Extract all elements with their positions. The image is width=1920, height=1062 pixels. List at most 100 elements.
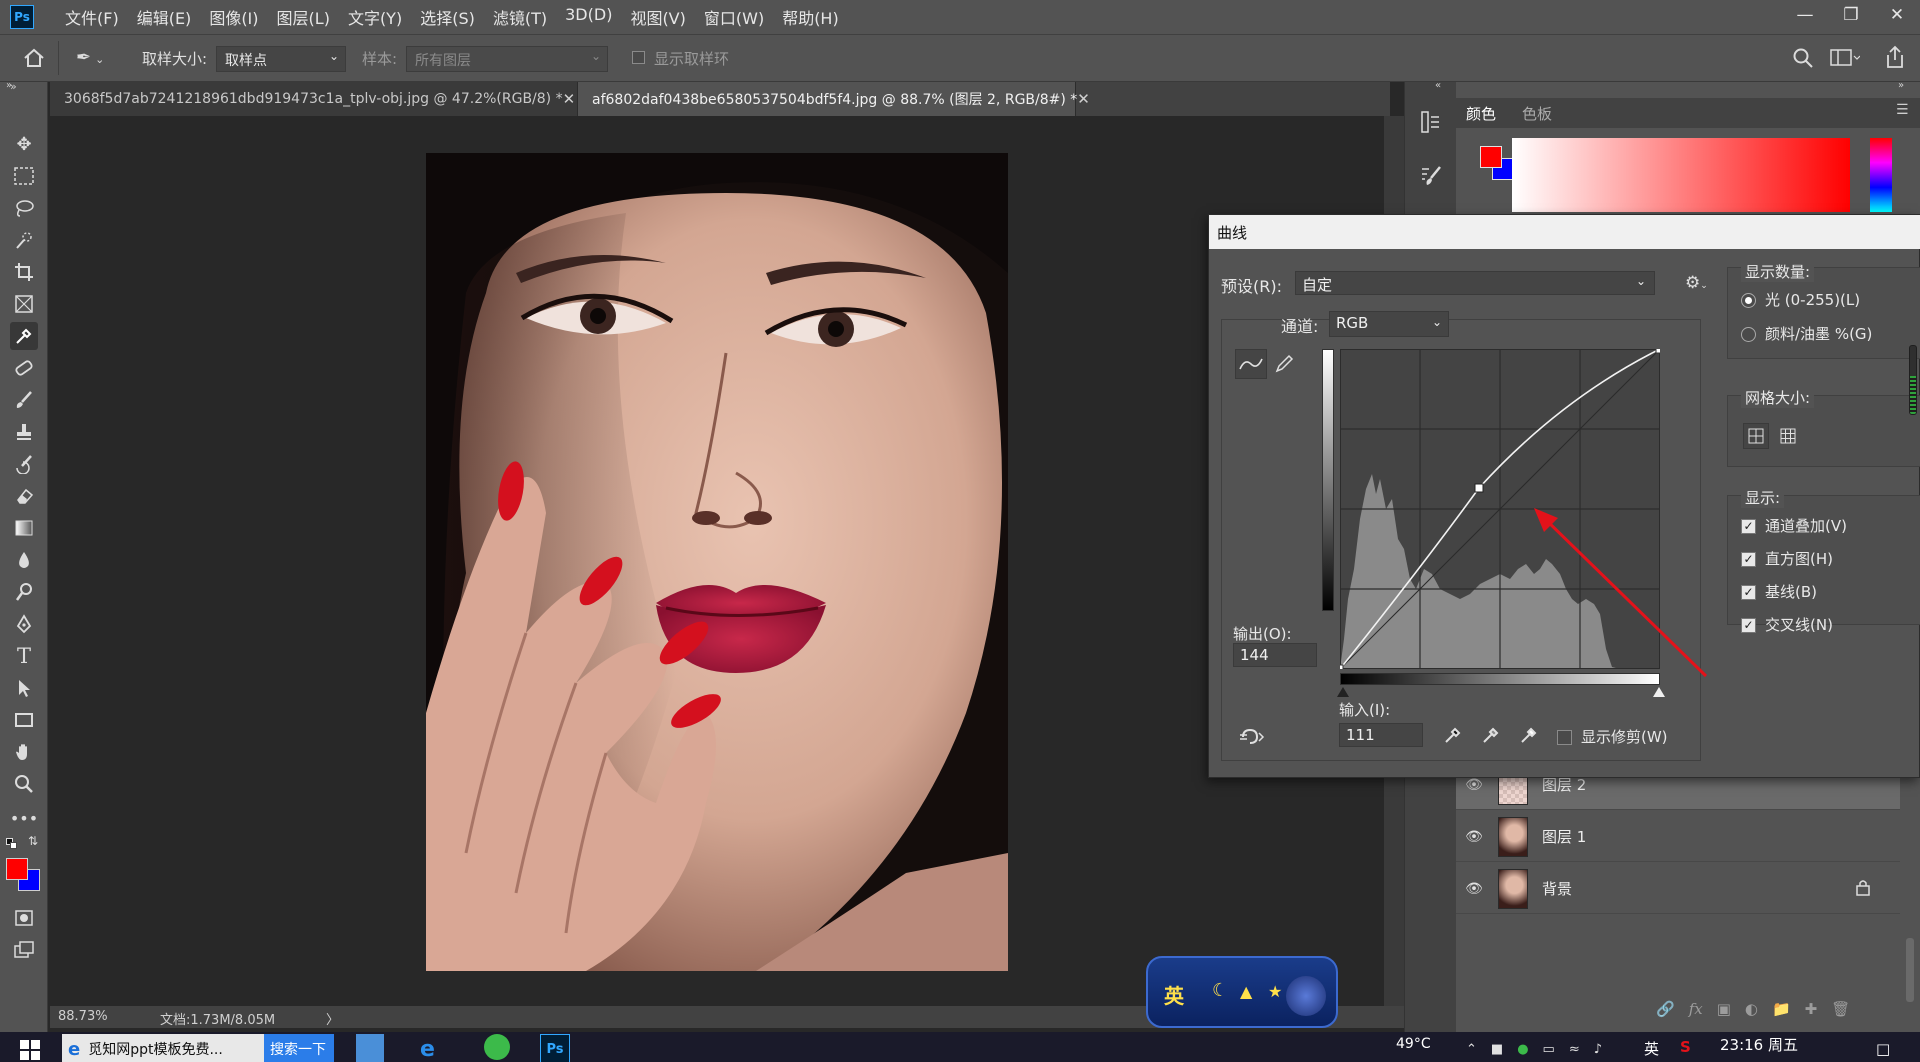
battery-icon[interactable]: ▭ [1543, 1042, 1555, 1057]
history-panel-icon[interactable] [1419, 110, 1443, 138]
menu-view[interactable]: 视图(V) [621, 5, 694, 29]
clone-stamp-tool-icon[interactable] [10, 418, 38, 446]
black-point-slider[interactable] [1337, 687, 1349, 697]
hue-slider[interactable] [1870, 138, 1892, 212]
screen-mode-icon[interactable] [10, 936, 38, 964]
pencil-draw-tool-icon[interactable] [1273, 353, 1295, 379]
healing-brush-tool-icon[interactable] [10, 354, 38, 382]
menu-window[interactable]: 窗口(W) [695, 5, 773, 29]
rectangle-tool-icon[interactable] [10, 706, 38, 734]
menu-edit[interactable]: 编辑(E) [128, 5, 201, 29]
wifi-icon[interactable]: ≈ [1569, 1042, 1580, 1057]
visibility-eye-icon[interactable]: 👁 [1456, 881, 1492, 897]
hand-tool-icon[interactable] [10, 738, 38, 766]
status-menu-arrow[interactable]: 〉 [326, 1009, 339, 1028]
taskbar-edge-icon[interactable]: e [420, 1034, 435, 1062]
close-icon[interactable]: ✕ [563, 90, 576, 108]
eraser-tool-icon[interactable] [10, 482, 38, 510]
moon-icon[interactable]: ☾ [1212, 980, 1228, 1001]
blur-tool-icon[interactable] [10, 546, 38, 574]
eyedropper-tool-preset-icon[interactable]: ✒ ⌄ [76, 47, 104, 68]
notification-icon[interactable]: □ [1876, 1040, 1890, 1058]
pigment-radio[interactable] [1741, 327, 1756, 342]
frame-tool-icon[interactable] [10, 290, 38, 318]
gray-point-eyedropper-icon[interactable] [1481, 725, 1501, 749]
shirt-icon[interactable]: ▲ [1240, 982, 1252, 1001]
menu-layer[interactable]: 图层(L) [268, 5, 339, 29]
tray-s-icon[interactable]: S [1680, 1038, 1691, 1056]
panel-menu-icon[interactable]: ☰ [1896, 102, 1909, 118]
more-tools-icon[interactable]: ••• [10, 804, 38, 832]
layer-row[interactable]: 👁 图层 1 [1456, 812, 1900, 862]
tab-document-2[interactable]: af6802daf0438be6580537504bdf5f4.jpg @ 88… [578, 82, 1090, 116]
zoom-tool-icon[interactable] [10, 770, 38, 798]
dialog-title-bar[interactable]: 曲线 [1209, 215, 1920, 249]
menu-type[interactable]: 文字(Y) [339, 5, 411, 29]
preset-options-gear-icon[interactable]: ⚙⌄ [1685, 273, 1708, 293]
menu-image[interactable]: 图像(I) [200, 5, 267, 29]
menu-help[interactable]: 帮助(H) [773, 5, 848, 29]
panel-fg-color[interactable] [1480, 146, 1502, 168]
link-layers-icon[interactable]: 🔗 [1656, 1000, 1675, 1026]
menu-filter[interactable]: 滤镜(T) [484, 5, 556, 29]
pen-tool-icon[interactable] [10, 610, 38, 638]
simple-grid-icon[interactable] [1743, 423, 1769, 449]
minimize-button[interactable]: — [1782, 0, 1828, 30]
dialog-side-scrollbar[interactable] [1909, 345, 1917, 415]
share-icon[interactable] [1884, 45, 1906, 73]
taskbar-ie-app[interactable]: e 觅知网ppt模板免费... [62, 1034, 264, 1062]
tray-ime-language[interactable]: 英 [1644, 1038, 1659, 1059]
collapse-icon[interactable]: « [1435, 80, 1441, 91]
visibility-eye-icon[interactable]: 👁 [1456, 777, 1492, 793]
tray-app-icon[interactable]: ● [1517, 1042, 1528, 1057]
intersection-line-checkbox[interactable]: ✓ [1741, 618, 1756, 633]
adjustment-layer-icon[interactable]: ◐ [1745, 1000, 1758, 1026]
document-image[interactable] [426, 153, 1008, 971]
type-tool-icon[interactable]: T [10, 642, 38, 670]
baseline-checkbox[interactable]: ✓ [1741, 585, 1756, 600]
menu-3d[interactable]: 3D(D) [556, 5, 621, 29]
menu-select[interactable]: 选择(S) [411, 5, 484, 29]
close-icon[interactable]: ✕ [1077, 90, 1090, 108]
sample-select[interactable]: 所有图层 ⌄ [406, 46, 608, 72]
taskbar-browser-icon[interactable] [484, 1034, 510, 1060]
foreground-color-swatch[interactable] [6, 858, 28, 880]
quick-selection-tool-icon[interactable] [10, 226, 38, 254]
lasso-tool-icon[interactable] [10, 194, 38, 222]
show-ring-checkbox[interactable] [632, 51, 645, 64]
dodge-tool-icon[interactable] [10, 578, 38, 606]
history-brush-tool-icon[interactable] [10, 450, 38, 478]
home-icon[interactable] [18, 43, 50, 73]
brush-settings-icon[interactable] [1419, 164, 1443, 192]
move-tool-icon[interactable]: ✥ [10, 130, 38, 158]
taskbar-search-button[interactable]: 搜索一下 [264, 1034, 334, 1062]
add-mask-icon[interactable]: ▣ [1717, 1000, 1731, 1026]
path-selection-tool-icon[interactable] [10, 674, 38, 702]
light-radio[interactable] [1741, 293, 1756, 308]
layers-scrollbar[interactable] [1906, 938, 1914, 1002]
histogram-checkbox[interactable]: ✓ [1741, 552, 1756, 567]
on-image-adjustment-icon[interactable] [1239, 727, 1265, 751]
restore-button[interactable]: ❐ [1828, 0, 1874, 30]
tab-color[interactable]: 颜色 [1466, 103, 1496, 124]
search-icon[interactable] [1792, 47, 1814, 73]
color-field[interactable] [1512, 138, 1850, 212]
visibility-eye-icon[interactable]: 👁 [1456, 829, 1492, 845]
ime-widget[interactable]: 英 ☾ ▲ ★ [1146, 956, 1338, 1028]
layer-row[interactable]: 👁 背景 [1456, 864, 1900, 914]
star-icon[interactable]: ★ [1268, 982, 1282, 1001]
collapse-icon[interactable]: » [1898, 80, 1904, 91]
white-point-eyedropper-icon[interactable] [1519, 725, 1539, 749]
detailed-grid-icon[interactable] [1775, 423, 1801, 449]
brush-tool-icon[interactable] [10, 386, 38, 414]
tab-swatches[interactable]: 色板 [1522, 103, 1552, 124]
show-clipping-checkbox[interactable] [1557, 730, 1572, 745]
input-field[interactable]: 111 [1339, 723, 1423, 747]
menu-file[interactable]: 文件(F) [56, 5, 128, 29]
quick-mask-icon[interactable] [10, 904, 38, 932]
white-point-slider[interactable] [1653, 687, 1665, 697]
canvas-area[interactable] [50, 116, 1386, 1006]
curve-point-tool-icon[interactable] [1235, 349, 1267, 379]
tab-document-1[interactable]: 3068f5d7ab7241218961dbd919473c1a_tplv-ob… [50, 82, 578, 116]
swap-colors-icon[interactable]: ⇅ [28, 834, 38, 848]
